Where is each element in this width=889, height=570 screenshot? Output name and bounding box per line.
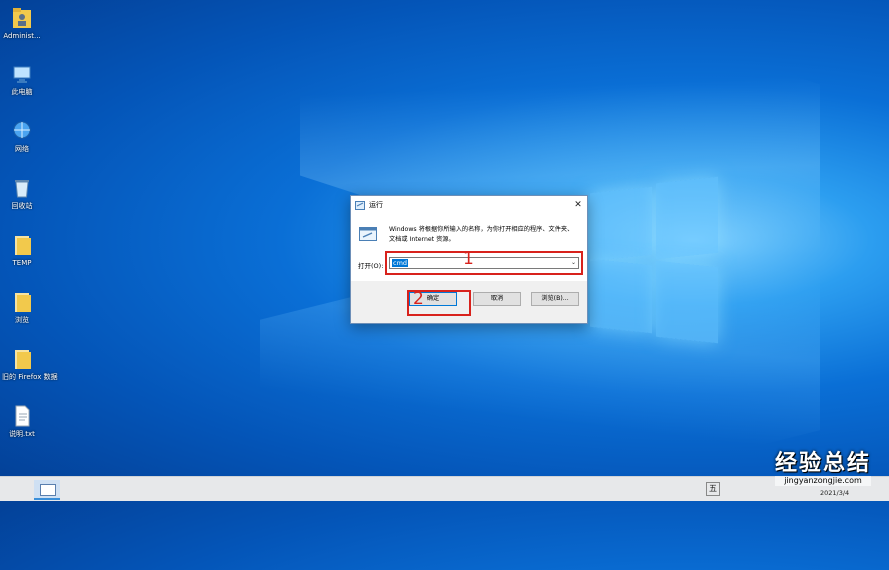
cancel-button[interactable]: 取消 [473,292,521,306]
desktop-icon-label: 此电脑 [11,88,33,96]
annotation-step-2: 2 [413,289,424,309]
run-dialog-description: Windows 将根据你所输入的名称，为你打开相应的程序、文件夹、文档或 Int… [389,226,574,243]
watermark: 经验总结 jingyanzongjie.com [774,451,871,486]
annotation-step-1: 1 [463,249,474,269]
text-file-icon [15,405,30,427]
desktop-icon-label: 说明.txt [9,430,35,438]
run-program-icon [359,227,377,241]
windows-logo-wallpaper [590,176,720,344]
desktop-icon-label: Administ... [3,32,41,40]
desktop-icon-network[interactable]: 网络 [2,119,42,154]
user-folder-icon [13,8,31,28]
ime-indicator[interactable]: 五 [706,482,720,496]
taskbar: 五 2021/3/4 [0,476,889,501]
desktop-icon-temp[interactable]: TEMP [2,233,42,268]
browse-button[interactable]: 浏览(B)... [531,292,579,306]
desktop-icon-recycle-bin[interactable]: 回收站 [2,176,42,211]
desktop-icon-label: 网络 [15,145,29,153]
desktop-icon-old-firefox-data[interactable]: 旧的 Firefox 数据 [2,347,58,382]
folder-icon [15,350,31,369]
desktop-icon-label: 浏览 [15,316,29,324]
annotation-box-input [385,251,583,275]
run-dialog-titlebar[interactable]: 运行 ✕ [351,196,587,214]
desktop-icon-administrator[interactable]: Administ... [2,6,42,41]
open-label: 打开(O): [358,262,384,270]
close-icon[interactable]: ✕ [569,200,587,210]
watermark-url: jingyanzongjie.com [774,476,871,486]
desktop-icon-label: 旧的 Firefox 数据 [2,373,58,381]
folder-icon [15,293,31,312]
desktop-icon-label: TEMP [12,259,32,267]
run-icon [355,200,365,210]
desktop-icon-this-pc[interactable]: 此电脑 [2,62,42,97]
watermark-title: 经验总结 [774,451,871,476]
desktop-icon-text-file[interactable]: 说明.txt [2,404,42,439]
recycle-bin-icon [15,180,29,198]
desktop-icon-browse[interactable]: 浏览 [2,290,42,325]
this-pc-icon [13,66,31,83]
network-icon [13,121,31,139]
clock-date[interactable]: 2021/3/4 [820,489,849,497]
folder-icon [15,236,31,255]
run-dialog-title: 运行 [369,201,383,209]
taskbar-run-window[interactable] [34,480,60,500]
desktop-icon-label: 回收站 [11,202,33,210]
window-icon [40,484,56,496]
